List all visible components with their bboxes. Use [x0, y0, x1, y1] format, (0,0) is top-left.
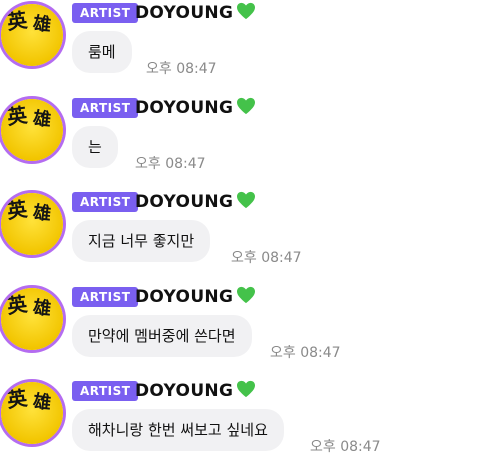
sender-name-text: DOYOUNG	[135, 287, 234, 307]
message-bubble[interactable]: 룸메	[72, 31, 132, 73]
chat-message: 英 雄 ARTIST DOYOUNG 지금 너무 좋지만 오후 08:47	[0, 189, 480, 281]
sender-name-text: DOYOUNG	[135, 192, 234, 212]
artist-badge: ARTIST	[72, 287, 139, 307]
message-time: 오후 08:47	[231, 250, 302, 266]
sender-name[interactable]: DOYOUNG	[135, 96, 256, 120]
avatar-logo-text: 雄	[32, 202, 53, 225]
message-time: 오후 08:47	[146, 61, 217, 77]
green-heart-icon	[237, 286, 256, 304]
sender-name[interactable]: DOYOUNG	[135, 379, 256, 403]
message-bubble[interactable]: 지금 너무 좋지만	[72, 220, 211, 262]
avatar-logo-text: 英	[5, 196, 29, 224]
avatar-logo-text: 雄	[32, 391, 53, 414]
green-heart-icon	[237, 2, 256, 20]
chat-message: 英 雄 ARTIST DOYOUNG 는 오후 08:47	[0, 95, 480, 187]
avatar-logo-text: 英	[5, 102, 29, 130]
message-bubble[interactable]: 는	[72, 126, 118, 168]
sender-name-text: DOYOUNG	[135, 3, 234, 23]
sender-name-text: DOYOUNG	[135, 381, 234, 401]
sender-name[interactable]: DOYOUNG	[135, 1, 256, 25]
avatar-logo-text: 英	[5, 291, 29, 319]
avatar[interactable]: 英 雄	[1, 193, 63, 255]
green-heart-icon	[237, 97, 256, 115]
avatar-logo-text: 雄	[32, 108, 53, 131]
sender-name-text: DOYOUNG	[135, 98, 234, 118]
artist-badge: ARTIST	[72, 381, 139, 401]
avatar[interactable]: 英 雄	[1, 4, 63, 66]
avatar[interactable]: 英 雄	[1, 99, 63, 161]
green-heart-icon	[237, 191, 256, 209]
chat-message: 英 雄 ARTIST DOYOUNG 룸메 오후 08:47	[0, 0, 480, 92]
artist-badge: ARTIST	[72, 98, 139, 118]
avatar[interactable]: 英 雄	[1, 382, 63, 444]
sender-name[interactable]: DOYOUNG	[135, 190, 256, 214]
avatar[interactable]: 英 雄	[1, 288, 63, 350]
message-time: 오후 08:47	[135, 156, 206, 172]
sender-name[interactable]: DOYOUNG	[135, 285, 256, 309]
artist-badge: ARTIST	[72, 3, 139, 23]
avatar-logo-text: 雄	[32, 297, 53, 320]
chat-message: 英 雄 ARTIST DOYOUNG 만약에 멤버중에 쓴다면 오후 08:47	[0, 284, 480, 376]
avatar-logo-text: 雄	[32, 13, 53, 36]
message-time: 오후 08:47	[310, 439, 381, 455]
message-time: 오후 08:47	[270, 345, 341, 361]
artist-badge: ARTIST	[72, 192, 139, 212]
message-bubble[interactable]: 만약에 멤버중에 쓴다면	[72, 315, 252, 357]
message-bubble[interactable]: 해차니랑 한번 써보고 싶네요	[72, 409, 284, 451]
avatar-logo-text: 英	[5, 7, 29, 35]
chat-message: 英 雄 ARTIST DOYOUNG 해차니랑 한번 써보고 싶네요 오후 08…	[0, 378, 480, 470]
avatar-logo-text: 英	[5, 385, 29, 413]
green-heart-icon	[237, 380, 256, 398]
